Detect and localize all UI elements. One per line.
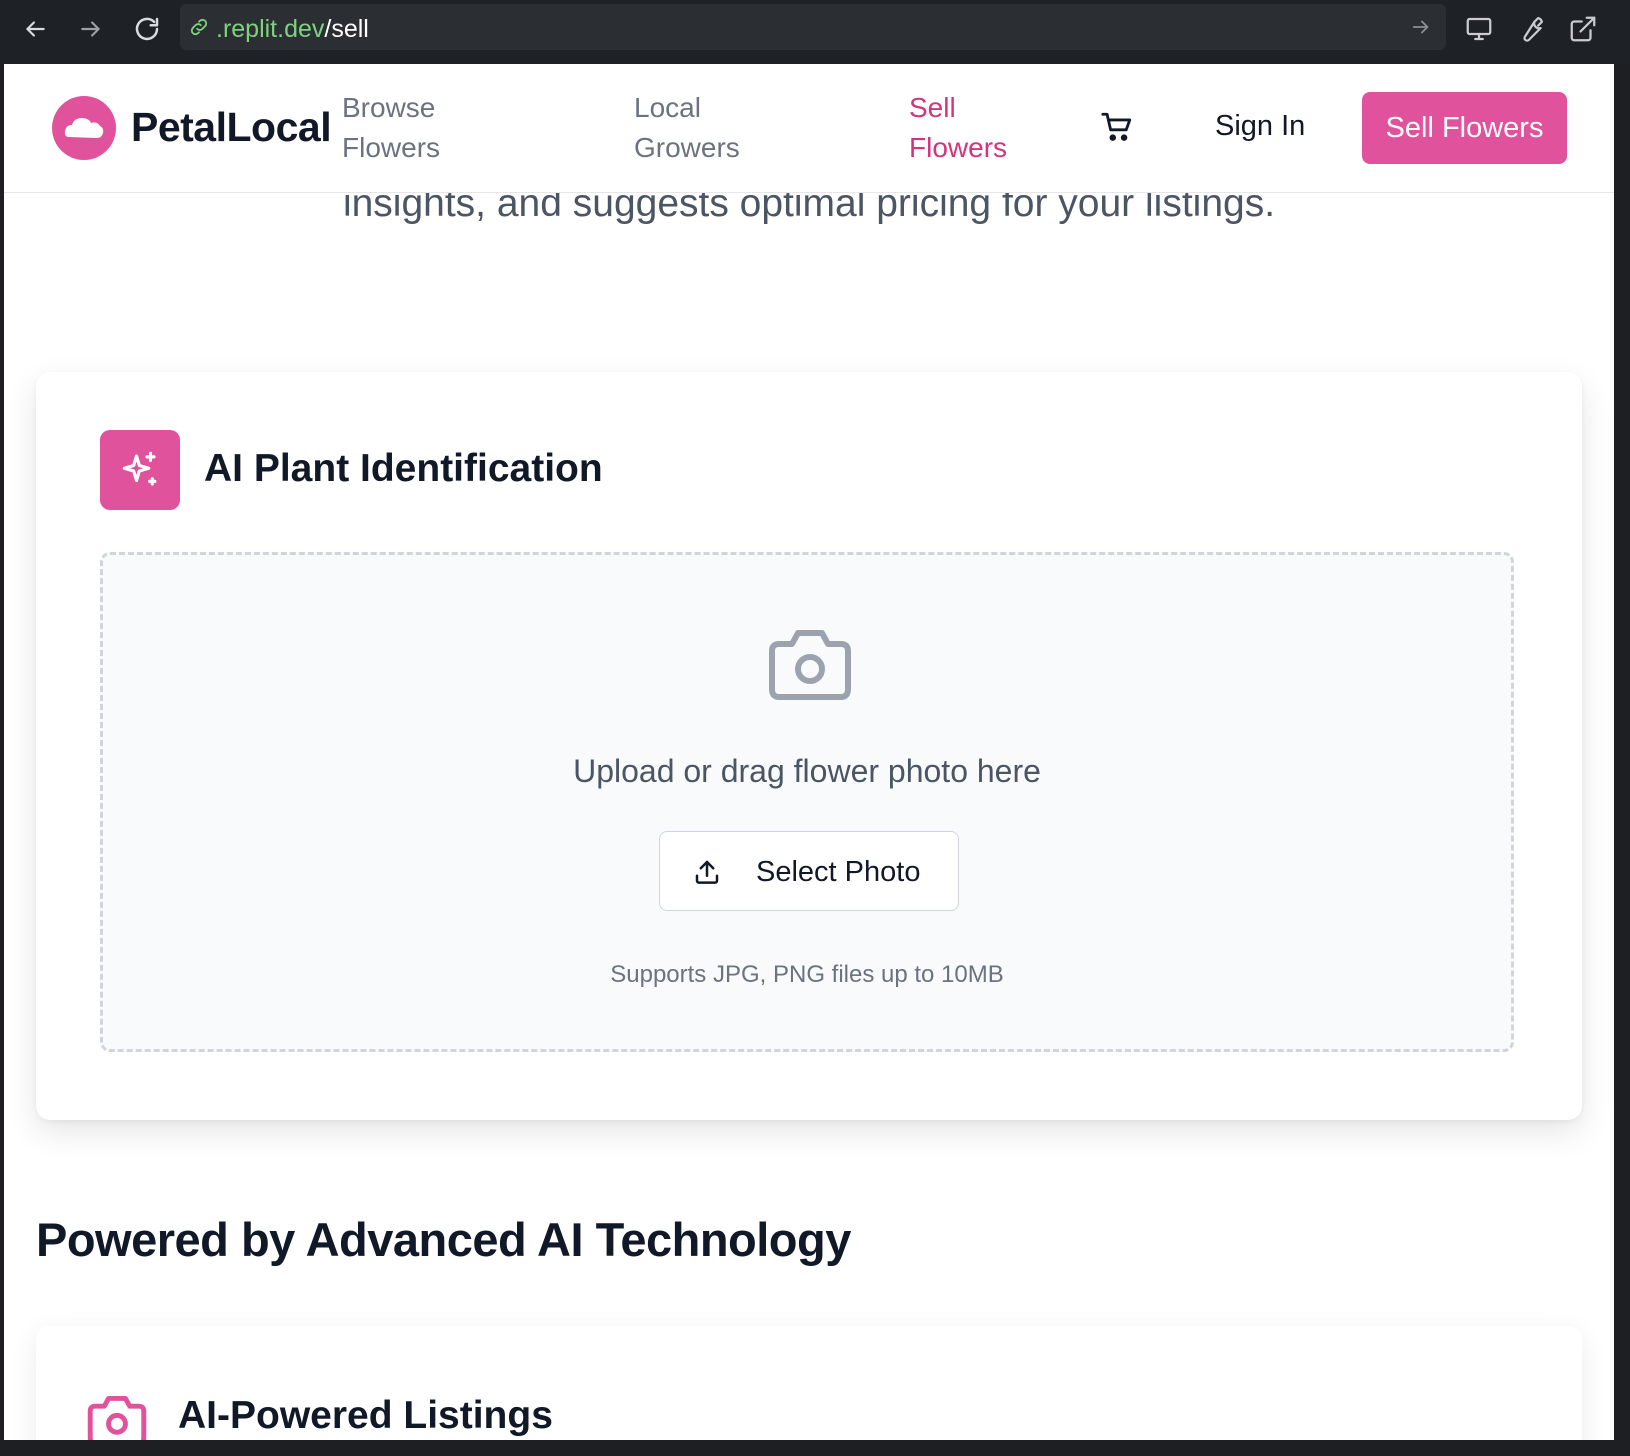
cart-icon[interactable] xyxy=(1100,110,1134,149)
link-icon xyxy=(188,16,210,43)
monitor-icon[interactable] xyxy=(1462,12,1496,46)
wrench-icon[interactable] xyxy=(1514,12,1548,46)
nav-local-growers[interactable]: Local Growers xyxy=(634,88,740,168)
nav-label-line2: Growers xyxy=(634,132,740,163)
window-edge xyxy=(1616,64,1630,1456)
site-header: PetalLocal Browse Flowers Local Growers … xyxy=(4,64,1614,193)
nav-label-line1: Sell xyxy=(909,92,956,123)
select-photo-label: Select Photo xyxy=(756,856,921,888)
brand-name[interactable]: PetalLocal xyxy=(131,104,332,151)
logo-icon[interactable] xyxy=(52,96,116,160)
photo-dropzone[interactable]: Upload or drag flower photo here Select … xyxy=(100,552,1514,1052)
forward-icon[interactable] xyxy=(74,12,108,46)
nav-label-line1: Browse xyxy=(342,92,436,123)
url-text: .replit.dev/sell xyxy=(216,15,369,44)
upload-icon xyxy=(692,857,722,892)
file-support-note: Supports JPG, PNG files up to 10MB xyxy=(610,961,1004,988)
back-icon[interactable] xyxy=(18,12,52,46)
card-title: AI Plant Identification xyxy=(204,447,603,490)
page-viewport: PetalLocal Browse Flowers Local Growers … xyxy=(4,64,1614,1440)
feature-title: AI-Powered Listings xyxy=(178,1394,553,1437)
camera-icon xyxy=(86,1394,148,1440)
nav-browse-flowers[interactable]: Browse Flowers xyxy=(342,88,440,168)
section-heading: Powered by Advanced AI Technology xyxy=(36,1213,851,1266)
browser-toolbar: .replit.dev/sell xyxy=(0,0,1630,64)
open-external-icon[interactable] xyxy=(1566,12,1600,46)
nav-label-line2: Flowers xyxy=(909,132,1008,163)
nav-label-line2: Flowers xyxy=(342,132,441,163)
url-path: /sell xyxy=(324,15,369,43)
nav-label-line1: Local xyxy=(634,92,701,123)
camera-icon xyxy=(766,627,854,708)
nav-sell-flowers[interactable]: Sell Flowers xyxy=(909,88,1007,168)
select-photo-button[interactable]: Select Photo xyxy=(659,831,959,911)
url-host: .replit.dev xyxy=(216,15,325,43)
ai-identification-card: AI Plant Identification Upload or drag f… xyxy=(36,372,1582,1120)
sell-flowers-button[interactable]: Sell Flowers xyxy=(1362,92,1567,164)
feature-card: AI-Powered Listings xyxy=(36,1326,1582,1440)
address-bar[interactable]: .replit.dev/sell xyxy=(180,4,1446,50)
reload-icon[interactable] xyxy=(130,12,164,46)
sparkles-icon xyxy=(100,430,180,510)
upload-prompt: Upload or drag flower photo here xyxy=(573,753,1041,789)
go-arrow-icon[interactable] xyxy=(1410,16,1432,43)
sign-in-link[interactable]: Sign In xyxy=(1215,110,1305,143)
